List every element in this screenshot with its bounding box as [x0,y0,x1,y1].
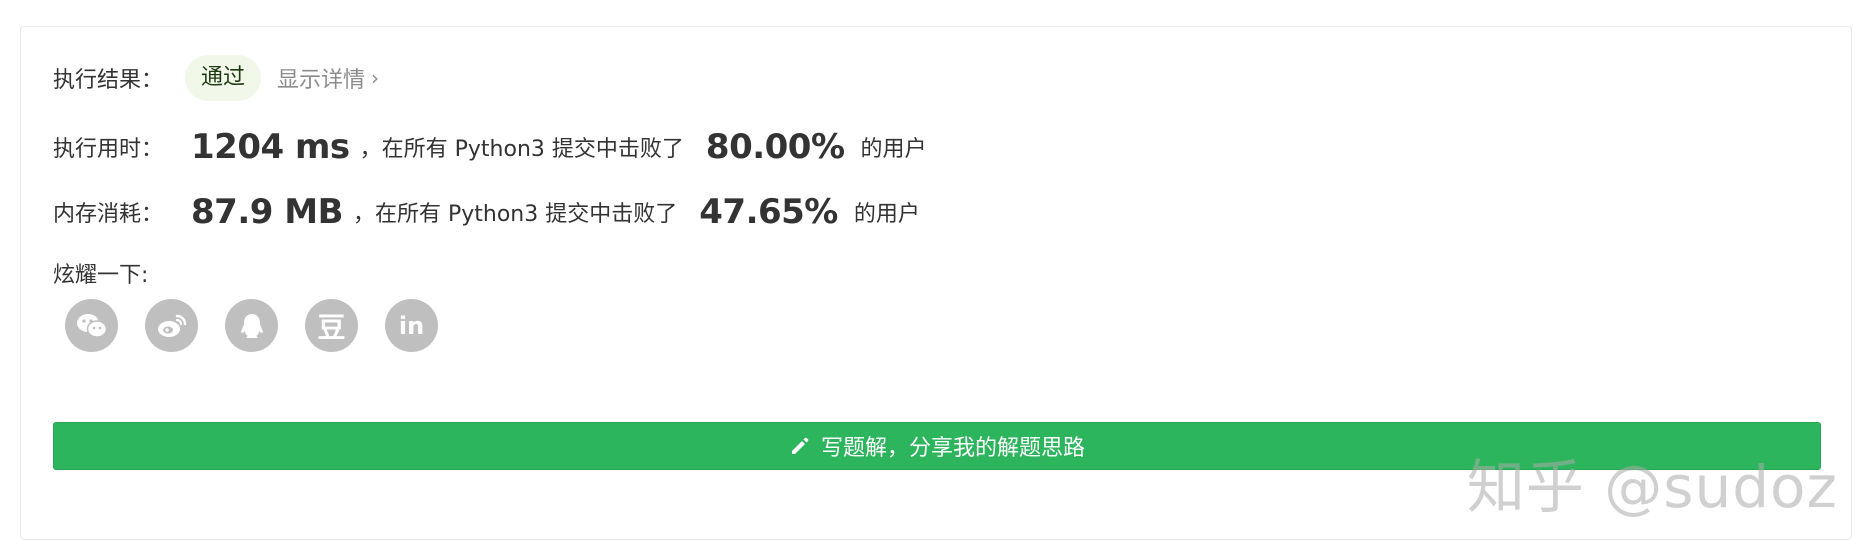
share-icons: 豆 in [65,299,438,352]
douban-glyph: 豆 [317,310,346,344]
memory-value: 87.9 MB [191,192,343,232]
memory-row: 内存消耗： 87.9 MB ，在所有 Python3 提交中击败了 47.65%… [53,192,920,232]
wechat-icon[interactable] [65,299,118,352]
runtime-suffix: 的用户 [860,137,927,162]
runtime-row: 执行用时： 1204 ms ，在所有 Python3 提交中击败了 80.00%… [53,127,927,167]
douban-icon[interactable]: 豆 [305,299,358,352]
write-solution-label: 写题解，分享我的解题思路 [820,436,1085,461]
memory-compare-text: ，在所有 Python3 提交中击败了 [353,202,678,227]
show-details-link[interactable]: 显示详情 › [277,62,379,94]
share-label: 炫耀一下: [53,263,149,288]
linkedin-glyph: in [398,311,425,340]
weibo-icon[interactable] [145,299,198,352]
result-row: 执行结果： 通过 显示详情 › [53,55,379,101]
share-row: 炫耀一下: [53,257,148,289]
runtime-percent: 80.00% [705,127,845,167]
pencil-icon [789,435,811,457]
memory-percent: 47.65% [699,192,838,232]
linkedin-icon[interactable]: in [385,299,438,352]
watermark: 知乎 @sudoz [1466,453,1838,521]
status-badge: 通过 [185,55,262,101]
show-details-label: 显示详情 [277,68,366,93]
chevron-right-icon: › [371,66,380,90]
runtime-value: 1204 ms [191,127,350,167]
memory-label: 内存消耗： [53,202,164,227]
runtime-compare-text: ，在所有 Python3 提交中击败了 [359,137,684,162]
result-label: 执行结果： [53,68,164,93]
qq-icon[interactable] [225,299,278,352]
runtime-label: 执行用时： [53,137,164,162]
memory-suffix: 的用户 [853,202,920,227]
